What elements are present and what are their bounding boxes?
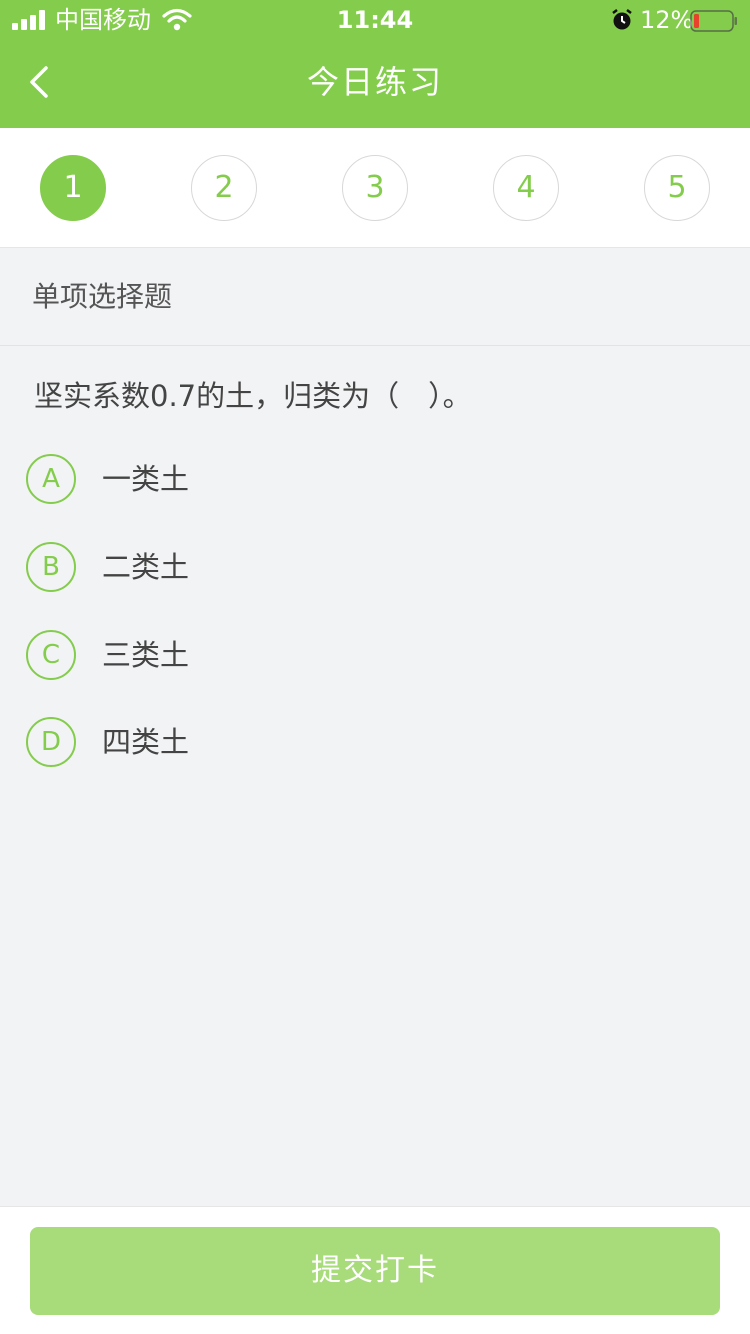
option-c[interactable]: C 三类土 xyxy=(26,630,706,682)
option-b[interactable]: B 二类土 xyxy=(26,542,706,594)
step-4[interactable]: 4 xyxy=(493,155,559,221)
step-3[interactable]: 3 xyxy=(342,155,408,221)
question-step-bar: 1 2 3 4 5 xyxy=(0,128,750,248)
option-d[interactable]: D 四类土 xyxy=(26,717,706,769)
option-letter: D xyxy=(26,717,76,767)
alarm-icon xyxy=(612,9,632,30)
option-letter: C xyxy=(26,630,76,680)
option-letter: A xyxy=(26,454,76,504)
battery-percent: 12% xyxy=(640,6,694,34)
battery-icon xyxy=(690,10,737,32)
nav-bar: 今日练习 xyxy=(0,40,750,128)
step-5[interactable]: 5 xyxy=(644,155,710,221)
option-text: 四类土 xyxy=(102,725,190,759)
question-type-label: 单项选择题 xyxy=(0,248,750,346)
option-text: 一类土 xyxy=(102,462,190,496)
status-time: 11:44 xyxy=(336,6,414,34)
option-text: 三类土 xyxy=(102,638,190,672)
step-2[interactable]: 2 xyxy=(191,155,257,221)
footer-bar: 提交打卡 xyxy=(0,1206,750,1334)
option-a[interactable]: A 一类土 xyxy=(26,454,706,506)
option-text: 二类土 xyxy=(102,550,190,584)
option-letter: B xyxy=(26,542,76,592)
page-title: 今日练习 xyxy=(306,63,443,101)
submit-checkin-button[interactable]: 提交打卡 xyxy=(30,1227,720,1315)
question-text: 坚实系数0.7的土，归类为（ ）。 xyxy=(34,379,472,413)
app-header: 中国移动 11:44 12% 今日练习 xyxy=(0,0,750,128)
step-1[interactable]: 1 xyxy=(40,155,106,221)
status-bar: 中国移动 11:44 12% xyxy=(0,0,750,40)
